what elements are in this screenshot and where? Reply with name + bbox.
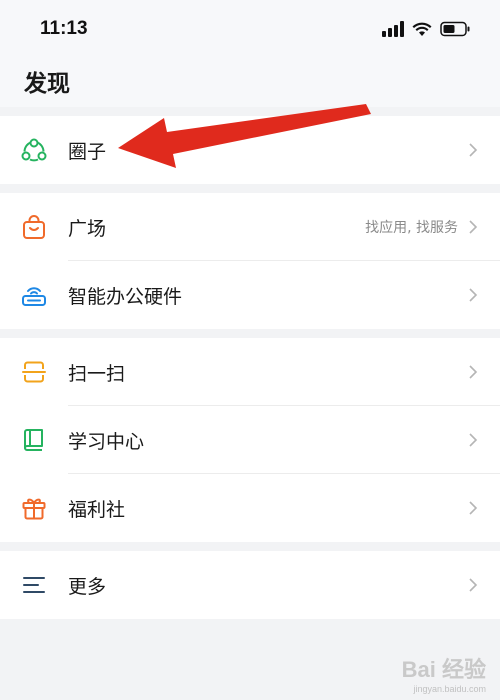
menu-item-welfare[interactable]: 福利社 <box>0 474 500 542</box>
menu-item-plaza[interactable]: 广场 找应用, 找服务 <box>0 193 500 261</box>
gift-icon <box>22 498 46 520</box>
watermark: Bai 经验 jingyan.baidu.com <box>401 657 486 694</box>
chevron-right-icon <box>469 501 478 515</box>
chevron-right-icon <box>469 578 478 592</box>
menu-item-label: 福利社 <box>68 498 126 521</box>
group-circle: 圈子 <box>0 116 500 184</box>
group-more: 更多 <box>0 551 500 619</box>
status-icons <box>382 18 470 40</box>
battery-icon <box>440 21 470 37</box>
status-time: 11:13 <box>40 18 88 39</box>
circle-share-icon <box>21 138 47 162</box>
menu-item-more[interactable]: 更多 <box>0 551 500 619</box>
group-tools: 广场 找应用, 找服务 智能办公硬件 <box>0 193 500 329</box>
wifi-icon <box>412 22 432 36</box>
menu-item-label: 学习中心 <box>68 430 145 453</box>
bag-icon <box>23 215 45 239</box>
menu-item-circle[interactable]: 圈子 <box>0 116 500 184</box>
menu-item-learning-center[interactable]: 学习中心 <box>0 406 500 474</box>
menu-item-scan[interactable]: 扫一扫 <box>0 338 500 406</box>
signal-icon <box>382 21 404 37</box>
chevron-right-icon <box>469 220 478 234</box>
menu-item-label: 更多 <box>68 575 107 598</box>
scan-icon <box>22 361 46 383</box>
menu-icon <box>23 577 45 593</box>
menu-item-label: 智能办公硬件 <box>68 285 183 308</box>
menu-item-subtitle: 找应用, 找服务 <box>365 220 458 236</box>
page-title: 发现 <box>24 71 70 97</box>
menu-item-label: 广场 <box>68 217 107 240</box>
group-services: 扫一扫 学习中心 福利社 <box>0 338 500 542</box>
chevron-right-icon <box>469 365 478 379</box>
menu-item-smart-office[interactable]: 智能办公硬件 <box>0 261 500 329</box>
chevron-right-icon <box>469 433 478 447</box>
menu-item-label: 扫一扫 <box>68 362 126 385</box>
chevron-right-icon <box>469 143 478 157</box>
header: 11:13 发现 <box>0 0 500 107</box>
menu-item-label: 圈子 <box>68 140 107 163</box>
router-icon <box>22 287 46 306</box>
chevron-right-icon <box>469 288 478 302</box>
book-icon <box>24 429 43 451</box>
